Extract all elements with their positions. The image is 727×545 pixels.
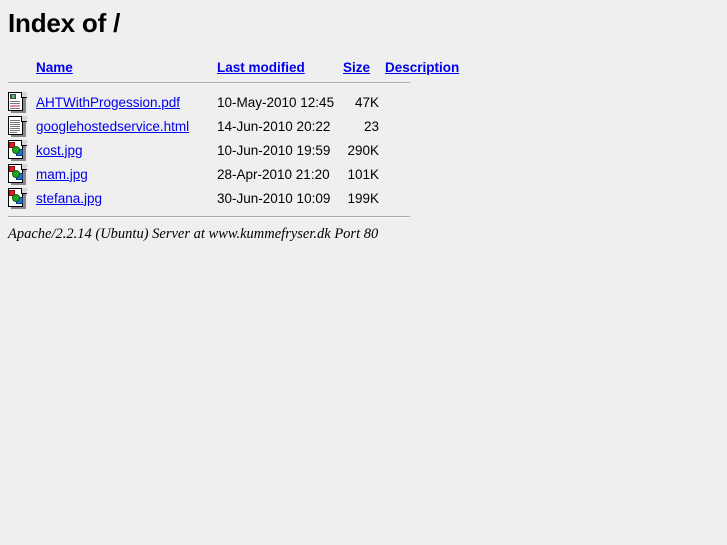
file-description (385, 114, 465, 138)
file-last-modified: 28-Apr-2010 21:20 (217, 166, 330, 182)
footer-divider-cell (8, 210, 465, 226)
top-horizontal-rule (8, 82, 410, 84)
directory-listing-table: Name Last modified Size Description AHTW… (8, 56, 465, 226)
page-title: Index of / (8, 8, 121, 38)
sort-by-name-link[interactable]: Name (36, 60, 73, 75)
image-file-icon (8, 163, 28, 185)
table-row: kost.jpg 10-Jun-2010 19:59 290K (8, 138, 465, 162)
file-name-cell: googlehostedservice.html (36, 114, 217, 138)
table-header-row: Name Last modified Size Description (8, 56, 465, 78)
file-icon-cell (8, 162, 36, 186)
file-name-cell: mam.jpg (36, 162, 217, 186)
table-row: stefana.jpg 30-Jun-2010 10:09 199K (8, 186, 465, 210)
header-divider-row (8, 78, 465, 90)
file-description (385, 162, 465, 186)
file-link[interactable]: stefana.jpg (36, 191, 102, 206)
file-link[interactable]: mam.jpg (36, 167, 88, 182)
file-last-modified: 10-Jun-2010 19:59 (217, 142, 331, 158)
file-name-cell: kost.jpg (36, 138, 217, 162)
file-icon-cell (8, 138, 36, 162)
file-icon-cell (8, 90, 36, 114)
file-name-cell: stefana.jpg (36, 186, 217, 210)
column-header-name: Name (36, 56, 217, 78)
sort-by-last-modified-link[interactable]: Last modified (217, 60, 305, 75)
table-body: AHTWithProgession.pdf 10-May-2010 12:45 … (8, 90, 465, 226)
column-header-size: Size (343, 56, 385, 78)
file-link[interactable]: kost.jpg (36, 143, 83, 158)
file-icon-cell (8, 186, 36, 210)
footer-divider-row (8, 210, 465, 226)
table-row: mam.jpg 28-Apr-2010 21:20 101K (8, 162, 465, 186)
directory-index-page: Index of / Name Last modified Size Descr… (0, 0, 727, 251)
sort-by-description-link[interactable]: Description (385, 60, 459, 75)
server-signature: Apache/2.2.14 (Ubuntu) Server at www.kum… (8, 226, 379, 242)
file-link[interactable]: googlehostedservice.html (36, 119, 189, 134)
image-file-icon (8, 139, 28, 161)
table-row: AHTWithProgession.pdf 10-May-2010 12:45 … (8, 90, 465, 114)
html-file-icon (8, 115, 28, 137)
table-head: Name Last modified Size Description (8, 56, 465, 90)
file-size: 290K (347, 142, 379, 158)
file-description (385, 90, 465, 114)
bottom-horizontal-rule (8, 216, 410, 218)
column-header-description: Description (385, 56, 465, 78)
image-file-icon (8, 187, 28, 209)
file-size: 199K (347, 190, 379, 206)
table-row: googlehostedservice.html 14-Jun-2010 20:… (8, 114, 465, 138)
file-name-cell: AHTWithProgession.pdf (36, 90, 217, 114)
sort-by-size-link[interactable]: Size (343, 60, 370, 75)
file-size: 23 (363, 118, 379, 134)
file-last-modified: 10-May-2010 12:45 (217, 94, 335, 110)
file-size: 47K (354, 94, 379, 110)
header-divider-cell (8, 78, 465, 90)
column-header-icon (8, 56, 36, 78)
file-last-modified: 14-Jun-2010 20:22 (217, 118, 331, 134)
column-header-last-modified: Last modified (217, 56, 343, 78)
file-size: 101K (347, 166, 379, 182)
file-description (385, 186, 465, 210)
file-description (385, 138, 465, 162)
file-link[interactable]: AHTWithProgession.pdf (36, 95, 180, 110)
pdf-file-icon (8, 91, 28, 113)
file-icon-cell (8, 114, 36, 138)
file-last-modified: 30-Jun-2010 10:09 (217, 190, 331, 206)
